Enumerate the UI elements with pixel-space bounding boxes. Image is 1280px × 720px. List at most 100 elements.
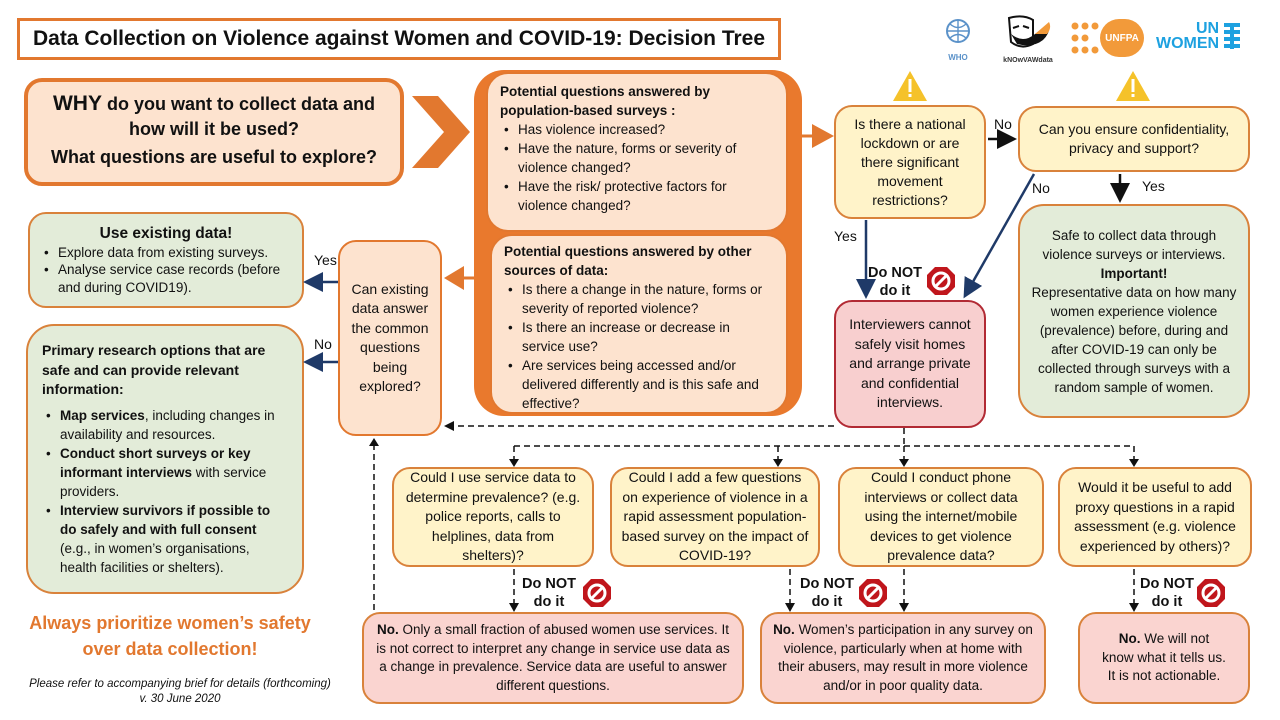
logo-unfpa: UNFPA — [1070, 16, 1150, 60]
label-yes-lockdown: Yes — [834, 228, 857, 244]
bottom-question-text: Could I use service data to determine pr… — [405, 469, 581, 564]
interviewers-text: Interviewers cannot safely visit homes a… — [849, 316, 971, 411]
safe-line1: Safe to collect data through violence su… — [1042, 227, 1226, 262]
logo-un-women: UN WOMEN — [1156, 18, 1252, 54]
bottom-question-phone-interviews: Could I conduct phone interviews or coll… — [838, 467, 1044, 567]
bottom-question-service-data: Could I use service data to determine pr… — [392, 467, 594, 567]
answer-survey-participation: No. Women’s participation in any survey … — [760, 612, 1046, 704]
do-not-label: Do NOT do it — [1140, 575, 1194, 611]
stop-sign-icon — [927, 267, 955, 295]
list-item: Map services, including changes in avail… — [42, 406, 288, 444]
list-item: Is there a change in the nature, forms o… — [504, 280, 774, 318]
population-surveys-box: Potential questions answered by populati… — [486, 72, 788, 232]
logo-who: WHO — [938, 16, 978, 64]
do-it-text: do it — [879, 283, 911, 299]
orange-arrow-left — [444, 266, 474, 290]
page-title-text: Data Collection on Violence against Wome… — [32, 27, 766, 50]
logo-knowvawdata-label: kNOwVAWdata — [1003, 57, 1053, 64]
primary-research-list: Map services, including changes in avail… — [42, 406, 288, 577]
do-not-label: Do NOT do it — [868, 264, 922, 300]
do-not-text: Do NOT — [522, 576, 576, 592]
do-it-text: do it — [533, 594, 565, 610]
answer-rest: Women’s participation in any survey on v… — [778, 622, 1033, 693]
lockdown-question-text: Is there a national lockdown or are ther… — [854, 115, 966, 208]
use-existing-data-box: Use existing data! Explore data from exi… — [28, 212, 304, 308]
safe-to-collect-box: Safe to collect data through violence su… — [1018, 204, 1250, 418]
footer-line1: Please refer to accompanying brief for d… — [29, 678, 331, 690]
safe-body: Representative data on how many women ex… — [1031, 284, 1237, 395]
label-no-existing: No — [314, 336, 332, 352]
answer-text: No. Only a small fraction of abused wome… — [374, 621, 732, 695]
list-item: Explore data from existing surveys. — [40, 244, 292, 262]
who-emblem-icon — [946, 19, 970, 43]
answer-text: No. Women’s participation in any survey … — [772, 621, 1034, 695]
answer-bold: No. — [377, 622, 399, 637]
why-line2: how will it be used? — [128, 119, 299, 139]
list-item: Are services being accessed and/or deliv… — [504, 356, 774, 413]
do-it-text: do it — [1151, 594, 1183, 610]
label-yes-existing: Yes — [314, 252, 337, 268]
unfpa-dots-icon — [1071, 22, 1099, 54]
answer-bold: No. — [1118, 631, 1141, 647]
other-sources-list: Is there a change in the nature, forms o… — [504, 280, 774, 413]
other-sources-heading: Potential questions answered by other so… — [504, 244, 752, 278]
orange-arrow-right — [802, 124, 834, 148]
footer-line2: v. 30 June 2020 — [139, 693, 221, 705]
safe-important: Important! — [1100, 265, 1168, 281]
logo-un-women-line2: WOMEN — [1156, 35, 1220, 52]
logo-who-label: WHO — [948, 53, 968, 62]
confidentiality-question-box: Can you ensure confidentiality, privacy … — [1018, 106, 1250, 172]
list-item: Analyse service case records (before and… — [40, 261, 292, 296]
un-women-symbol-icon — [1224, 23, 1241, 49]
confidentiality-question-text: Can you ensure confidentiality, privacy … — [1038, 121, 1230, 156]
do-not-label: Do NOT do it — [522, 575, 576, 611]
logo-knowvawdata: kNOwVAWdata — [998, 14, 1058, 66]
do-not-text: Do NOT — [1140, 576, 1194, 592]
primary-item-bold: Map services — [60, 407, 145, 423]
bottom-question-text: Could I add a few questions on experienc… — [621, 469, 809, 564]
list-item: Have the nature, forms or severity of vi… — [500, 139, 774, 177]
why-line1: do you want to collect data and — [101, 94, 376, 114]
do-not-text: Do NOT — [868, 265, 922, 281]
label-yes-confidentiality: Yes — [1142, 178, 1165, 194]
logo-unfpa-label: UNFPA — [1105, 32, 1139, 44]
answer-rest: Only a small fraction of abused women us… — [376, 622, 730, 693]
answer-bold: No. — [773, 622, 795, 637]
label-no-lockdown: No — [994, 116, 1012, 132]
other-sources-box: Potential questions answered by other so… — [490, 234, 788, 414]
primary-research-box: Primary research options that are safe a… — [26, 324, 304, 594]
list-item: Conduct short surveys or key informant i… — [42, 444, 288, 501]
primary-item-bold: Interview survivors if possible to do sa… — [60, 502, 271, 537]
do-not-text: Do NOT — [800, 576, 854, 592]
population-surveys-heading: Potential questions answered by populati… — [500, 84, 711, 118]
answer-service-data: No. Only a small fraction of abused wome… — [362, 612, 744, 704]
stop-sign-icon — [583, 579, 611, 607]
use-existing-list: Explore data from existing surveys. Anal… — [40, 244, 292, 297]
list-item: Interview survivors if possible to do sa… — [42, 501, 288, 577]
primary-research-heading: Primary research options that are safe a… — [42, 342, 266, 398]
label-no-confidentiality: No — [1032, 180, 1050, 196]
page-title: Data Collection on Violence against Wome… — [17, 18, 781, 60]
warning-icon — [893, 71, 927, 101]
bottom-question-text: Would it be useful to add proxy question… — [1074, 479, 1236, 554]
why-box: WHY do you want to collect data and how … — [24, 78, 404, 186]
list-item: Is there an increase or decrease in serv… — [504, 318, 774, 356]
lockdown-question-box: Is there a national lockdown or are ther… — [834, 105, 986, 219]
why-emphasis: WHY — [52, 92, 102, 115]
do-not-label: Do NOT do it — [800, 575, 854, 611]
bottom-question-proxy: Would it be useful to add proxy question… — [1058, 467, 1252, 567]
answer-proxy: No. We will not know what it tells us. I… — [1078, 612, 1250, 704]
stop-sign-icon — [1197, 579, 1225, 607]
list-item: Have the risk/ protective factors for vi… — [500, 177, 774, 215]
answer-text: No. We will not know what it tells us. I… — [1102, 630, 1226, 686]
why-line3: What questions are useful to explore? — [50, 147, 378, 167]
use-existing-heading: Use existing data! — [99, 224, 233, 242]
population-surveys-list: Has violence increased? Have the nature,… — [500, 120, 774, 215]
interviewers-box: Interviewers cannot safely visit homes a… — [834, 300, 986, 428]
logo-un-women-line1: UN — [1196, 20, 1220, 37]
existing-data-question-text: Can existing data answer the common ques… — [351, 280, 429, 395]
unfpa-circle: UNFPA — [1100, 19, 1144, 57]
warning-icon — [1116, 71, 1150, 101]
bottom-question-rapid-assessment: Could I add a few questions on experienc… — [610, 467, 820, 567]
safety-note: Always prioritize women’s safety over da… — [29, 613, 311, 659]
